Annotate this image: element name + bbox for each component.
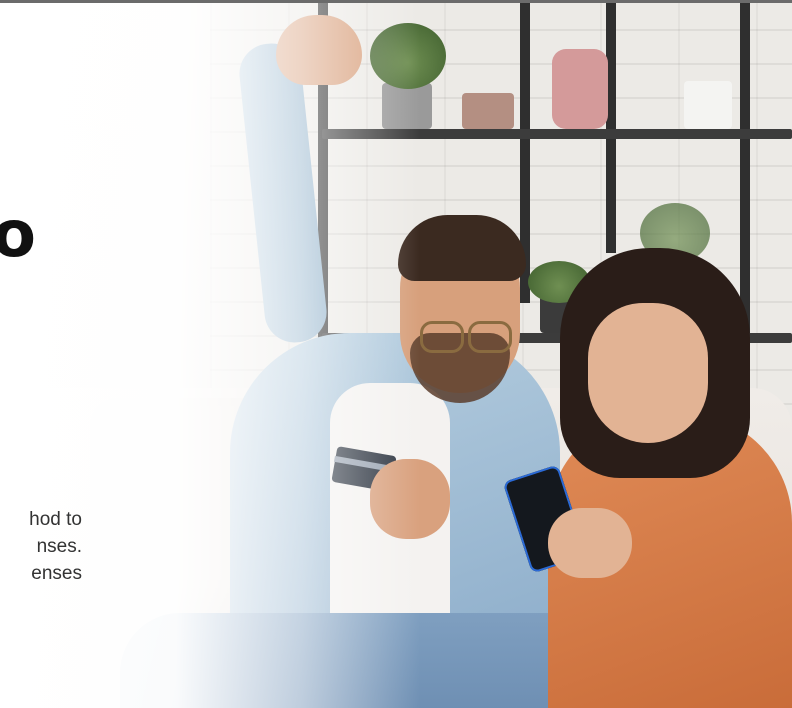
shelf-post	[606, 3, 616, 253]
woman-face	[588, 303, 708, 443]
vase	[552, 49, 608, 129]
glasses	[468, 321, 512, 353]
description-line: hod to	[29, 509, 82, 530]
description-line: nses.	[36, 535, 82, 557]
hero-section: o hod to nses. enses	[0, 0, 792, 708]
vase	[462, 93, 514, 129]
hero-description: hod to nses. enses	[0, 507, 82, 588]
glasses	[420, 321, 464, 353]
woman-hand	[548, 508, 632, 578]
hero-heading: o	[0, 203, 36, 267]
description-line: enses	[31, 562, 82, 584]
white-gradient-overlay	[0, 3, 420, 708]
candle	[684, 81, 732, 129]
